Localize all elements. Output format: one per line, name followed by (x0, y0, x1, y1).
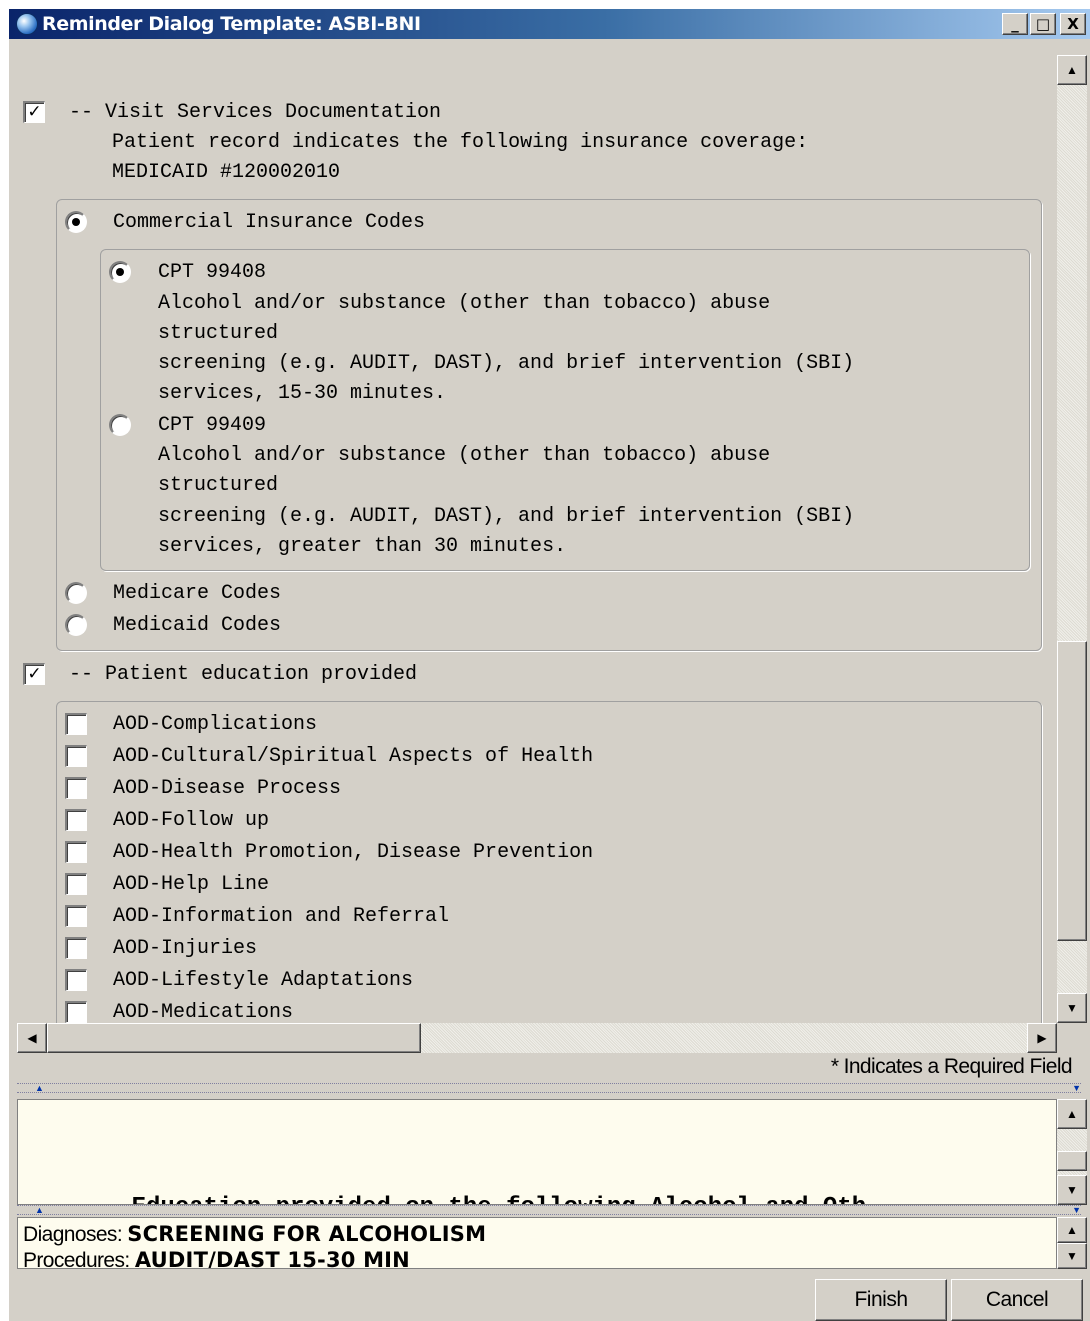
education-item-checkbox[interactable] (65, 841, 87, 863)
education-item-label: AOD-Lifestyle Adaptations (113, 969, 414, 992)
required-field-note: * Indicates a Required Field (830, 1055, 1073, 1078)
content-horizontal-scrollbar[interactable]: ◀ ▶ (17, 1023, 1057, 1053)
education-item-label: AOD-Injuries (113, 937, 258, 960)
finish-button[interactable]: Finish (815, 1279, 947, 1321)
education-item-label: AOD-Follow up (113, 809, 270, 832)
cpt-option-line: CPT 99408 (158, 261, 267, 284)
encounter-summary: Diagnoses: SCREENING FOR ALCOHOLISM Proc… (17, 1217, 1057, 1269)
education-item-checkbox[interactable] (65, 873, 87, 895)
splitter-up-arrow-icon[interactable]: ▲ (35, 1084, 44, 1093)
education-item-label: AOD-Disease Process (113, 777, 342, 800)
cpt-option-line: Alcohol and/or substance (other than tob… (158, 292, 771, 315)
procedures-value: AUDIT/DAST 15-30 MIN (134, 1248, 410, 1269)
window-controls: _ □ X (1002, 13, 1086, 35)
cpt-option-line: services, 15-30 minutes. (158, 382, 447, 405)
cpt-option-line: screening (e.g. AUDIT, DAST), and brief … (158, 352, 855, 375)
cpt-99409-radio[interactable] (109, 414, 131, 436)
splitter-handle[interactable]: ▲ ▼ (17, 1205, 1081, 1215)
education-item-checkbox[interactable] (65, 1001, 87, 1023)
education-item-checkbox[interactable] (65, 809, 87, 831)
scroll-up-arrow-icon[interactable]: ▲ (1057, 1217, 1087, 1243)
content-vertical-scrollbar[interactable]: ▲ ▼ (1057, 55, 1087, 1023)
education-item-label: AOD-Information and Referral (113, 905, 450, 928)
scroll-right-arrow-icon[interactable]: ▶ (1027, 1023, 1057, 1053)
minimize-button[interactable]: _ (1002, 13, 1028, 35)
app-globe-icon (16, 13, 38, 35)
cpt-option-line: structured (158, 322, 279, 345)
cpt-option-line: screening (e.g. AUDIT, DAST), and brief … (158, 505, 855, 528)
cpt-99408-radio[interactable] (109, 261, 131, 283)
education-item-checkbox[interactable] (65, 777, 87, 799)
patient-education-label: -- Patient education provided (69, 663, 418, 686)
diagnoses-line: Diagnoses: SCREENING FOR ALCOHOLISM (23, 1222, 486, 1247)
medicare-codes-label: Medicare Codes (113, 582, 282, 605)
scroll-left-arrow-icon[interactable]: ◀ (17, 1023, 47, 1053)
scroll-down-arrow-icon[interactable]: ▼ (1057, 993, 1087, 1023)
scroll-down-arrow-icon[interactable]: ▼ (1057, 1175, 1087, 1205)
commercial-insurance-label: Commercial Insurance Codes (113, 211, 426, 234)
window-title: Reminder Dialog Template: ASBI-BNI (42, 13, 421, 35)
scroll-up-arrow-icon[interactable]: ▲ (1057, 1099, 1087, 1129)
education-item-label: AOD-Complications (113, 713, 318, 736)
education-item-label: AOD-Help Line (113, 873, 270, 896)
note-preview-area[interactable]: Education provided on the following Alco… (17, 1099, 1057, 1205)
patient-education-checkbox[interactable]: ✓ (23, 663, 45, 685)
diagnoses-label: Diagnoses: (23, 1223, 128, 1246)
visit-services-label: -- Visit Services Documentation (69, 101, 442, 124)
splitter-down-arrow-icon[interactable]: ▼ (1072, 1206, 1081, 1215)
scroll-down-arrow-icon[interactable]: ▼ (1057, 1243, 1087, 1269)
education-item-checkbox[interactable] (65, 745, 87, 767)
preview-vertical-scrollbar[interactable]: ▲ ▼ (1057, 1099, 1087, 1205)
reminder-dialog-window: Reminder Dialog Template: ASBI-BNI _ □ X… (8, 8, 1090, 1321)
commercial-insurance-radio[interactable] (65, 211, 87, 233)
education-item-checkbox[interactable] (65, 969, 87, 991)
education-item-checkbox[interactable] (65, 905, 87, 927)
medicare-codes-radio[interactable] (65, 582, 87, 604)
education-item-checkbox[interactable] (65, 713, 87, 735)
insurance-note-line: Patient record indicates the following i… (112, 131, 809, 154)
splitter-up-arrow-icon[interactable]: ▲ (35, 1206, 44, 1215)
splitter-handle[interactable]: ▲ ▼ (17, 1083, 1081, 1093)
cpt-option-line: CPT 99409 (158, 414, 267, 437)
diagnoses-value: SCREENING FOR ALCOHOLISM (127, 1222, 487, 1246)
procedures-line: Procedures: AUDIT/DAST 15-30 MIN (23, 1248, 410, 1269)
maximize-button[interactable]: □ (1030, 13, 1056, 35)
title-bar[interactable]: Reminder Dialog Template: ASBI-BNI _ □ X (9, 9, 1090, 39)
cpt-option-line: Alcohol and/or substance (other than tob… (158, 444, 771, 467)
cancel-button[interactable]: Cancel (951, 1279, 1083, 1321)
splitter-down-arrow-icon[interactable]: ▼ (1072, 1084, 1081, 1093)
vertical-scroll-thumb[interactable] (1057, 641, 1087, 941)
scroll-up-arrow-icon[interactable]: ▲ (1057, 55, 1087, 85)
procedures-label: Procedures: (23, 1249, 135, 1269)
education-item-checkbox[interactable] (65, 937, 87, 959)
education-item-label: AOD-Cultural/Spiritual Aspects of Health (113, 745, 594, 768)
medicaid-codes-radio[interactable] (65, 614, 87, 636)
cpt-option-line: structured (158, 474, 279, 497)
insurance-number-line: MEDICAID #120002010 (112, 161, 341, 184)
visit-services-checkbox[interactable]: ✓ (23, 101, 45, 123)
preview-scroll-thumb[interactable] (1057, 1151, 1087, 1171)
horizontal-scroll-thumb[interactable] (47, 1023, 421, 1053)
close-button[interactable]: X (1060, 13, 1086, 35)
education-item-label: AOD-Health Promotion, Disease Prevention (113, 841, 594, 864)
education-item-label: AOD-Medications (113, 1001, 294, 1023)
medicaid-codes-label: Medicaid Codes (113, 614, 282, 637)
dialog-content-area: ✓ -- Visit Services Documentation Patien… (9, 39, 1057, 1023)
cpt-option-line: services, greater than 30 minutes. (158, 535, 567, 558)
preview-text: Education provided on the following Alco… (74, 1194, 867, 1204)
summary-vertical-scrollbar[interactable]: ▲ ▼ (1057, 1217, 1087, 1269)
